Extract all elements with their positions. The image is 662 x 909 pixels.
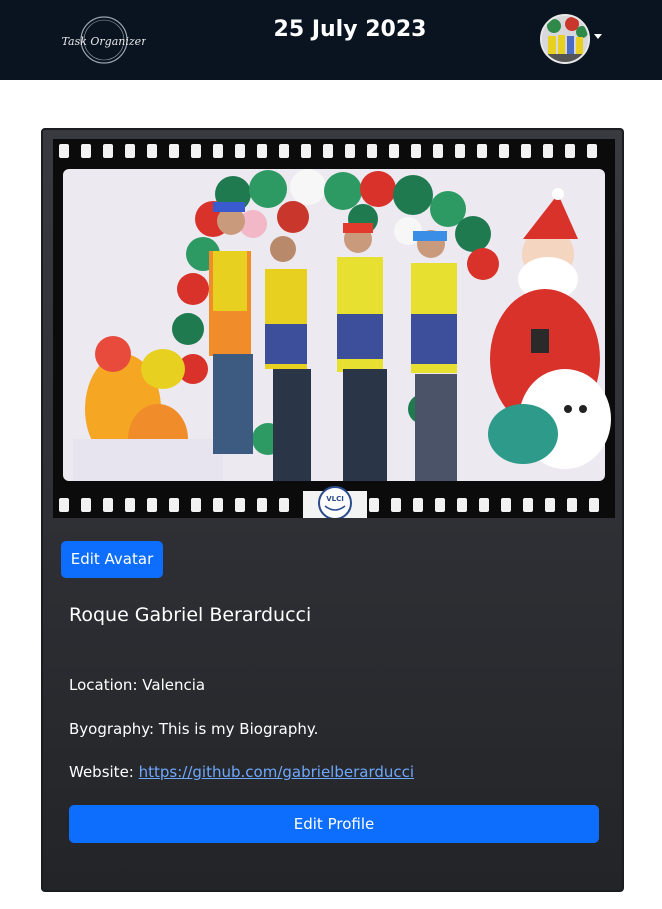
user-avatar[interactable] <box>540 14 590 64</box>
svg-text:VLCI: VLCI <box>326 495 344 503</box>
biography-value: This is my Biography. <box>158 720 319 738</box>
edit-avatar-button[interactable]: Edit Avatar <box>61 541 163 578</box>
profile-name: Roque Gabriel Berarducci <box>69 604 312 626</box>
location-label: Location: <box>69 676 138 694</box>
website-label: Website: <box>69 763 134 781</box>
website-row: Website: https://github.com/gabrielberar… <box>69 763 414 781</box>
edit-profile-button[interactable]: Edit Profile <box>69 805 599 843</box>
profile-photo: VLCI <box>53 139 615 518</box>
biography-label: Byography: <box>69 720 155 738</box>
profile-card: VLCI Edit Avatar Roque Gabriel Berarducc… <box>41 128 624 892</box>
navbar: Task Organizer 25 July 2023 <box>0 0 662 80</box>
location-row: Location: Valencia <box>69 676 205 694</box>
chevron-down-icon[interactable] <box>594 34 602 39</box>
location-value: Valencia <box>142 676 206 694</box>
website-link[interactable]: https://github.com/gabrielberarducci <box>139 763 414 781</box>
biography-row: Byography: This is my Biography. <box>69 720 318 738</box>
